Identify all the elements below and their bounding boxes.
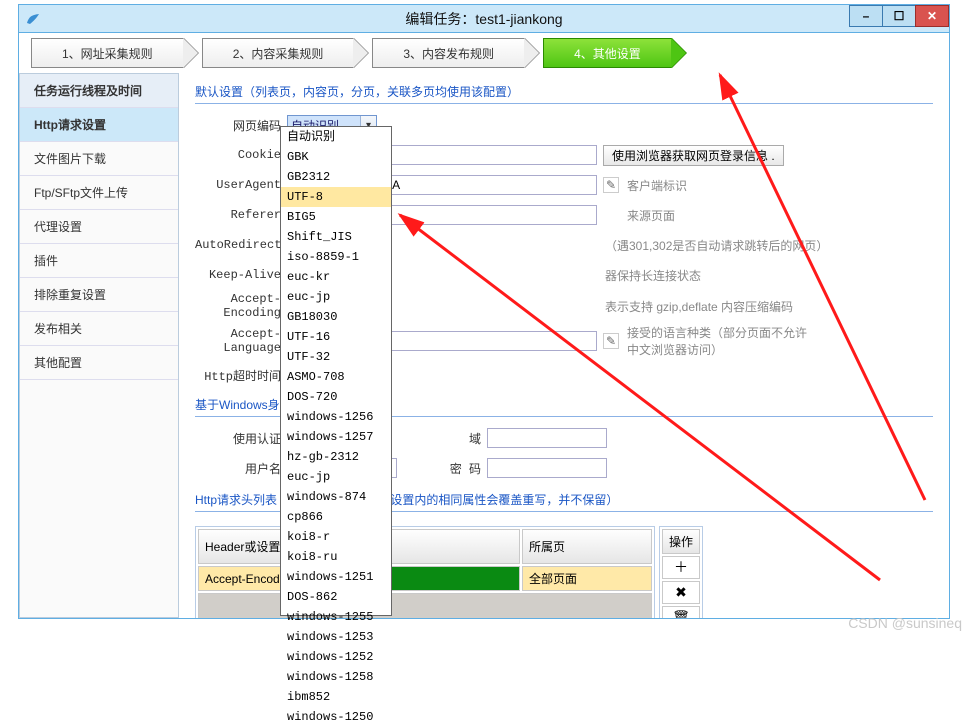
label-cookie: Cookie (195, 148, 287, 162)
sidebar-item-plugin[interactable]: 插件 (20, 244, 178, 278)
encoding-option[interactable]: GB18030 (281, 307, 391, 327)
ops-table: 操作 ＋ ✖ 🗑 (659, 526, 703, 618)
step-bar: 1、网址采集规则 2、内容采集规则 3、内容发布规则 4、其他设置 (19, 33, 949, 73)
encoding-option[interactable]: koi8-r (281, 527, 391, 547)
edit-icon[interactable]: ✎ (603, 177, 619, 193)
domain-input[interactable] (487, 428, 607, 448)
headers-table: Header或设置 值 所属页 Accept-Encodi 全部页面 (195, 526, 655, 618)
encoding-option[interactable]: windows-1256 (281, 407, 391, 427)
close-button[interactable]: ✕ (915, 5, 949, 27)
label-referer: Referer (195, 208, 287, 222)
label-domain: 域 (447, 430, 487, 447)
label-useragent: UserAgent (195, 178, 287, 192)
window-frame: 编辑任务：test1-jiankong – ☐ ✕ 1、网址采集规则 2、内容采… (18, 4, 950, 619)
maximize-button[interactable]: ☐ (882, 5, 916, 27)
app-icon (25, 11, 41, 27)
label-password: 密 码 (447, 460, 487, 477)
sidebar: 任务运行线程及时间 Http请求设置 文件图片下载 Ftp/SFtp文件上传 代… (19, 73, 179, 618)
encoding-option[interactable]: DOS-720 (281, 387, 391, 407)
window-buttons: – ☐ ✕ (850, 5, 949, 27)
add-icon[interactable]: ＋ (674, 559, 688, 575)
watermark: CSDN @sunsineq (848, 615, 962, 631)
encoding-option[interactable]: hz-gb-2312 (281, 447, 391, 467)
sidebar-item-download[interactable]: 文件图片下载 (20, 142, 178, 176)
browser-cookie-button[interactable]: 使用浏览器获取网页登录信息 . (603, 145, 784, 166)
label-timeout: Http超时时间 (195, 367, 287, 384)
group-default-title: 默认设置（列表页，内容页，分页，关联多页均使用该配置） (195, 83, 933, 104)
minimize-button[interactable]: – (849, 5, 883, 27)
encoding-option[interactable]: cp866 (281, 507, 391, 527)
remove-icon[interactable]: ✖ (675, 584, 687, 600)
encoding-option[interactable]: windows-874 (281, 487, 391, 507)
sidebar-item-dedup[interactable]: 排除重复设置 (20, 278, 178, 312)
encoding-option[interactable]: GB2312 (281, 167, 391, 187)
table-row[interactable]: Accept-Encodi 全部页面 (198, 566, 652, 591)
autoredirect-hint: （遇301,302是否自动请求跳转后的网页） (605, 237, 828, 254)
body: 任务运行线程及时间 Http请求设置 文件图片下载 Ftp/SFtp文件上传 代… (19, 73, 949, 618)
label-useauth: 使用认证 (195, 430, 287, 447)
sidebar-item-other[interactable]: 其他配置 (20, 346, 178, 380)
cell-page: 全部页面 (522, 566, 652, 591)
encoding-option[interactable]: UTF-32 (281, 347, 391, 367)
encoding-option[interactable]: euc-jp (281, 287, 391, 307)
sidebar-item-http[interactable]: Http请求设置 (20, 108, 178, 142)
encoding-option[interactable]: 自动识别 (281, 127, 391, 147)
label-keepalive: Keep-Alive (195, 268, 287, 282)
delete-icon[interactable]: 🗑 (672, 609, 690, 618)
col-ops: 操作 (662, 529, 700, 554)
encoding-option[interactable]: iso-8859-1 (281, 247, 391, 267)
encoding-option[interactable]: euc-jp (281, 467, 391, 487)
useragent-hint: 客户端标识 (627, 177, 687, 194)
encoding-option[interactable]: Shift_JIS (281, 227, 391, 247)
table-header-row: Header或设置 值 所属页 (198, 529, 652, 564)
sidebar-header: 任务运行线程及时间 (20, 74, 178, 108)
label-acceptenc: Accept-Encoding (195, 292, 287, 320)
edit-icon-2[interactable]: ✎ (603, 333, 619, 349)
step-2[interactable]: 2、内容采集规则 (202, 38, 355, 68)
sidebar-item-publish[interactable]: 发布相关 (20, 312, 178, 346)
encoding-option[interactable]: BIG5 (281, 207, 391, 227)
encoding-option[interactable]: windows-1250 (281, 707, 391, 727)
step-1[interactable]: 1、网址采集规则 (31, 38, 184, 68)
window-title: 编辑任务：test1-jiankong (19, 9, 949, 29)
encoding-option[interactable]: ASMO-708 (281, 367, 391, 387)
encoding-option[interactable]: windows-1253 (281, 627, 391, 647)
encoding-option[interactable]: koi8-ru (281, 547, 391, 567)
label-autoredirect: AutoRedirect (195, 238, 287, 252)
headers-title-text: Http请求头列表 (195, 493, 277, 507)
encoding-option[interactable]: windows-1257 (281, 427, 391, 447)
acceptlang-hint: 接受的语言种类（部分页面不允许中文浏览器访问） (627, 324, 807, 358)
encoding-option[interactable]: windows-1255 (281, 607, 391, 627)
headers-note: 设置内的相同属性会覆盖重写，并不保留） (390, 493, 618, 507)
step-3[interactable]: 3、内容发布规则 (372, 38, 525, 68)
encoding-option[interactable]: GBK (281, 147, 391, 167)
referer-hint: 来源页面 (627, 207, 675, 224)
table-empty-row (198, 593, 652, 618)
label-encoding: 网页编码 (195, 117, 287, 134)
encoding-option[interactable]: windows-1252 (281, 647, 391, 667)
encoding-option[interactable]: ibm852 (281, 687, 391, 707)
encoding-option[interactable]: DOS-862 (281, 587, 391, 607)
encoding-dropdown[interactable]: 自动识别GBKGB2312UTF-8BIG5Shift_JISiso-8859-… (280, 126, 392, 616)
acceptenc-hint: 表示支持 gzip,deflate 内容压缩编码 (605, 298, 793, 315)
encoding-option[interactable]: windows-1258 (281, 667, 391, 687)
sidebar-item-ftp[interactable]: Ftp/SFtp文件上传 (20, 176, 178, 210)
password-input[interactable] (487, 458, 607, 478)
label-acceptlang: Accept-Language (195, 327, 287, 355)
encoding-option[interactable]: UTF-16 (281, 327, 391, 347)
encoding-option[interactable]: euc-kr (281, 267, 391, 287)
label-username: 用户名 (195, 460, 287, 477)
keepalive-hint: 器保持长连接状态 (605, 267, 701, 284)
col-page[interactable]: 所属页 (522, 529, 652, 564)
encoding-option[interactable]: UTF-8 (281, 187, 391, 207)
step-4[interactable]: 4、其他设置 (543, 38, 672, 68)
titlebar: 编辑任务：test1-jiankong – ☐ ✕ (19, 5, 949, 33)
encoding-option[interactable]: windows-1251 (281, 567, 391, 587)
sidebar-item-proxy[interactable]: 代理设置 (20, 210, 178, 244)
